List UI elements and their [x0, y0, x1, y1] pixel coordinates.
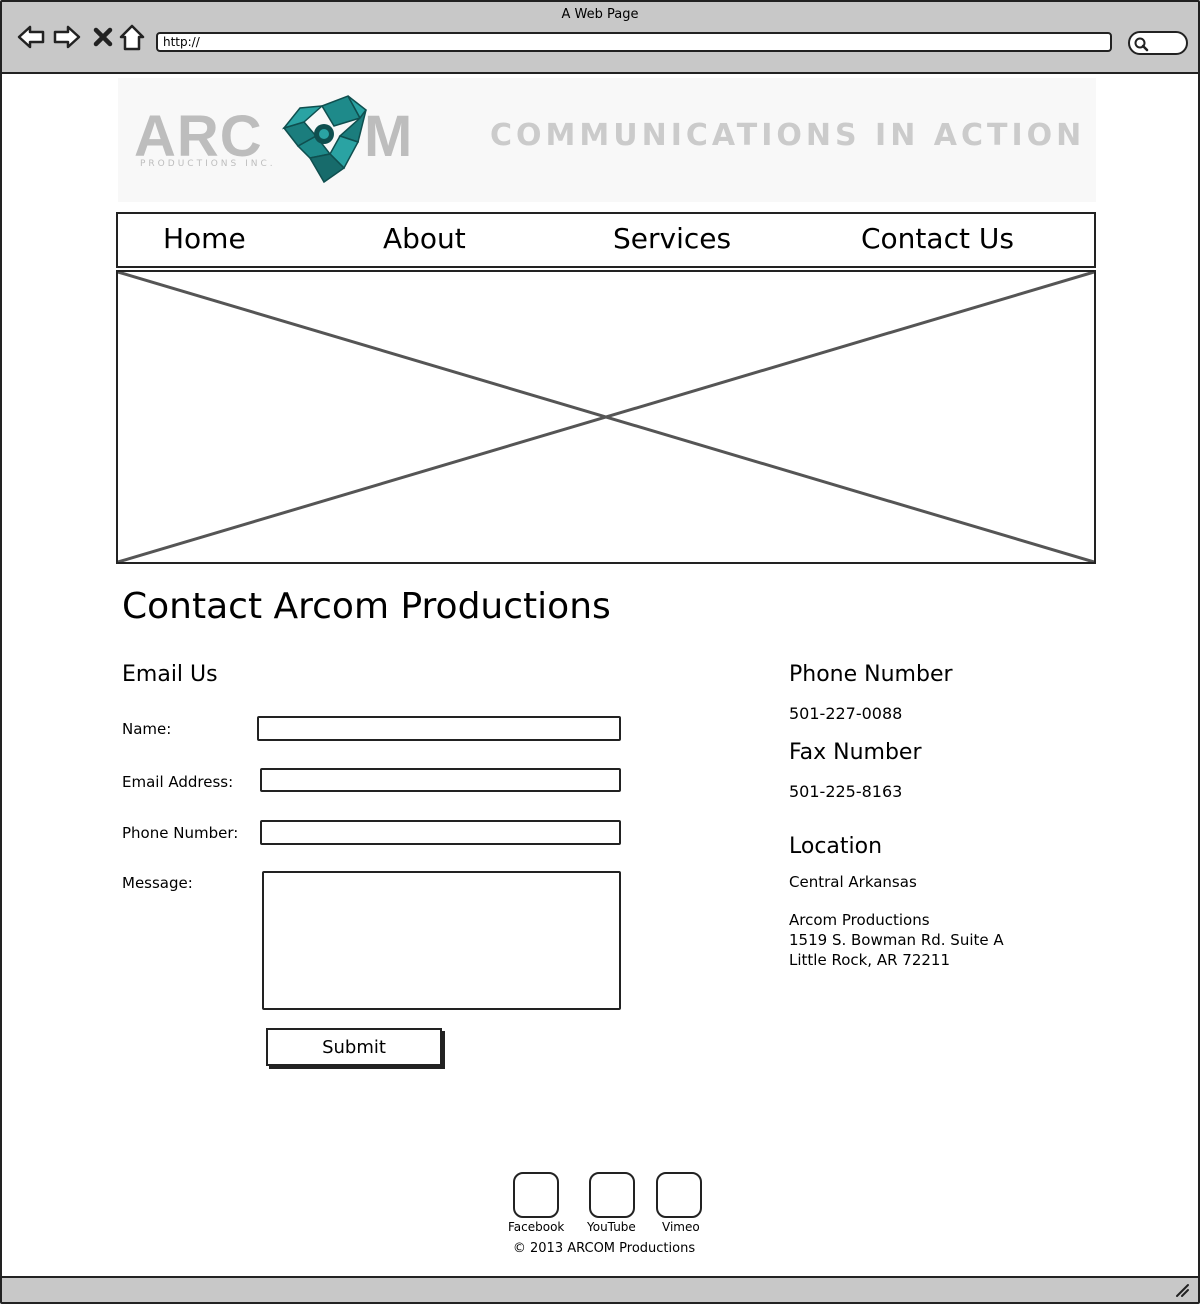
logo-text-end: M [364, 104, 412, 169]
phone-number: 501-227-0088 [789, 704, 903, 723]
resize-grip-icon[interactable] [1174, 1282, 1190, 1298]
address-block: Arcom Productions 1519 S. Bowman Rd. Sui… [789, 910, 1004, 970]
youtube-icon[interactable] [589, 1172, 635, 1218]
message-textarea[interactable] [262, 871, 621, 1010]
facebook-label[interactable]: Facebook [508, 1220, 564, 1234]
email-input[interactable] [260, 768, 621, 792]
vimeo-label[interactable]: Vimeo [662, 1220, 700, 1234]
search-icon [1134, 37, 1149, 52]
forward-icon[interactable] [52, 22, 82, 52]
nav-item-about[interactable]: About [383, 222, 466, 255]
browser-status-bar [2, 1276, 1198, 1302]
hero-image-placeholder [116, 270, 1096, 564]
copyright: © 2013 ARCOM Productions [512, 1241, 696, 1256]
location-region: Central Arkansas [789, 873, 917, 891]
logo-emblem-icon [281, 95, 368, 184]
name-input[interactable] [257, 716, 621, 741]
search-field[interactable] [1128, 31, 1188, 55]
back-icon[interactable] [16, 22, 46, 52]
email-label: Email Address: [122, 773, 234, 791]
phone-input[interactable] [260, 820, 621, 845]
close-icon[interactable] [88, 22, 118, 52]
main-nav: Home About Services Contact Us [116, 212, 1096, 268]
nav-item-home[interactable]: Home [163, 222, 246, 255]
email-section-title: Email Us [122, 662, 218, 687]
url-input[interactable]: http:// [156, 32, 1112, 52]
browser-toolbar: A Web Page http:// [2, 2, 1198, 74]
arcom-logo[interactable]: ARC M PRODUCTIONS INC. [134, 92, 434, 188]
page-title: Contact Arcom Productions [122, 586, 611, 627]
youtube-label[interactable]: YouTube [587, 1220, 636, 1234]
nav-item-contact-us[interactable]: Contact Us [861, 222, 1014, 255]
address-line: Little Rock, AR 72211 [789, 951, 951, 969]
address-line: Arcom Productions [789, 911, 930, 929]
name-label: Name: [122, 720, 172, 738]
submit-button[interactable]: Submit [266, 1028, 442, 1066]
window-title: A Web Page [561, 7, 639, 22]
vimeo-icon[interactable] [656, 1172, 702, 1218]
home-icon[interactable] [117, 22, 147, 52]
tagline: COMMUNICATIONS IN ACTION [490, 118, 1086, 153]
location-section-title: Location [789, 834, 883, 859]
fax-section-title: Fax Number [789, 740, 922, 765]
image-placeholder-icon [118, 272, 1094, 562]
message-label: Message: [122, 874, 193, 892]
nav-item-services[interactable]: Services [613, 222, 731, 255]
phone-section-title: Phone Number [789, 662, 953, 687]
fax-number: 501-225-8163 [789, 782, 903, 801]
address-line: 1519 S. Bowman Rd. Suite A [789, 931, 1004, 949]
logo-subtext: PRODUCTIONS INC. [140, 159, 276, 169]
facebook-icon[interactable] [513, 1172, 559, 1218]
phone-label: Phone Number: [122, 824, 239, 842]
